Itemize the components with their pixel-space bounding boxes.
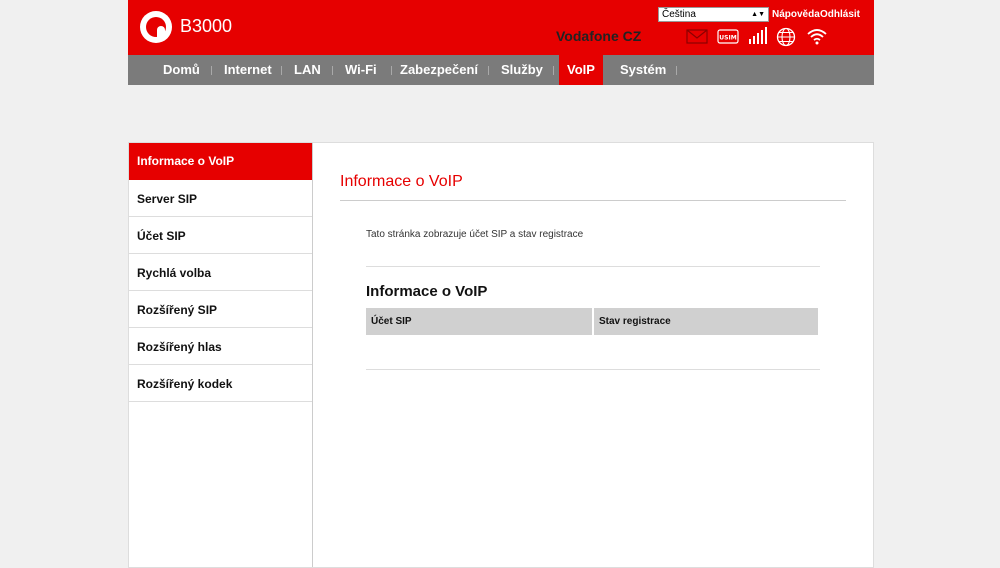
sidebar-item-sip-account[interactable]: Účet SIP [129, 217, 312, 254]
svg-text:USIM: USIM [719, 35, 736, 42]
divider [366, 369, 820, 370]
nav-item-system[interactable]: Systém [612, 55, 674, 85]
nav-item-home[interactable]: Domů [155, 55, 208, 85]
envelope-icon[interactable] [686, 27, 708, 45]
globe-icon [776, 27, 796, 47]
main-nav: Domů Internet LAN Wi-Fi Zabezpečení Služ… [128, 55, 874, 85]
nav-separator [332, 66, 333, 75]
chevron-updown-icon: ▲▼ [751, 11, 765, 18]
nav-separator [488, 66, 489, 75]
column-header-sip-account: Účet SIP [366, 308, 594, 335]
table-row [366, 335, 819, 367]
nav-separator [281, 66, 282, 75]
help-link[interactable]: Nápověda [772, 9, 820, 20]
sidebar-item-voip-info[interactable]: Informace o VoIP [129, 143, 312, 180]
language-select-value: Čeština [662, 9, 696, 20]
nav-item-wifi[interactable]: Wi-Fi [337, 55, 385, 85]
nav-separator [553, 66, 554, 75]
signal-bars-icon [749, 27, 767, 44]
content-panel: Informace o VoIP Server SIP Účet SIP Ryc… [128, 142, 874, 568]
divider [366, 266, 820, 267]
nav-item-services[interactable]: Služby [493, 55, 551, 85]
nav-item-security[interactable]: Zabezpečení [392, 55, 486, 85]
divider [340, 200, 846, 201]
logout-link[interactable]: Odhlásit [820, 9, 860, 20]
nav-item-lan[interactable]: LAN [286, 55, 329, 85]
nav-separator [676, 66, 677, 75]
nav-item-voip[interactable]: VoIP [559, 55, 603, 85]
product-name: B3000 [180, 16, 233, 36]
sidebar-item-sip-server[interactable]: Server SIP [129, 180, 312, 217]
page-title: Informace o VoIP [340, 173, 463, 190]
operator-name: Vodafone CZ [556, 28, 642, 44]
sidebar-item-advanced-sip[interactable]: Rozšířený SIP [129, 291, 312, 328]
sidebar-item-advanced-codec[interactable]: Rozšířený kodek [129, 365, 312, 402]
header-bar: B3000 Čeština ▲▼ Nápověda Odhlásit Vodaf… [128, 0, 874, 55]
wifi-icon [807, 29, 827, 45]
column-header-registration-status: Stav registrace [593, 308, 820, 335]
sidebar-item-speed-dial[interactable]: Rychlá volba [129, 254, 312, 291]
nav-item-internet[interactable]: Internet [216, 55, 280, 85]
section-title: Informace o VoIP [366, 283, 488, 300]
vodafone-logo [140, 11, 172, 43]
sidebar: Informace o VoIP Server SIP Účet SIP Ryc… [129, 143, 313, 567]
voip-info-table: Účet SIP Stav registrace [366, 308, 820, 367]
sidebar-item-advanced-voice[interactable]: Rozšířený hlas [129, 328, 312, 365]
usim-icon: USIM [717, 29, 739, 44]
table-header-row: Účet SIP Stav registrace [366, 308, 820, 335]
page-description: Tato stránka zobrazuje účet SIP a stav r… [366, 229, 584, 240]
nav-separator [211, 66, 212, 75]
language-select[interactable]: Čeština ▲▼ [658, 7, 769, 22]
